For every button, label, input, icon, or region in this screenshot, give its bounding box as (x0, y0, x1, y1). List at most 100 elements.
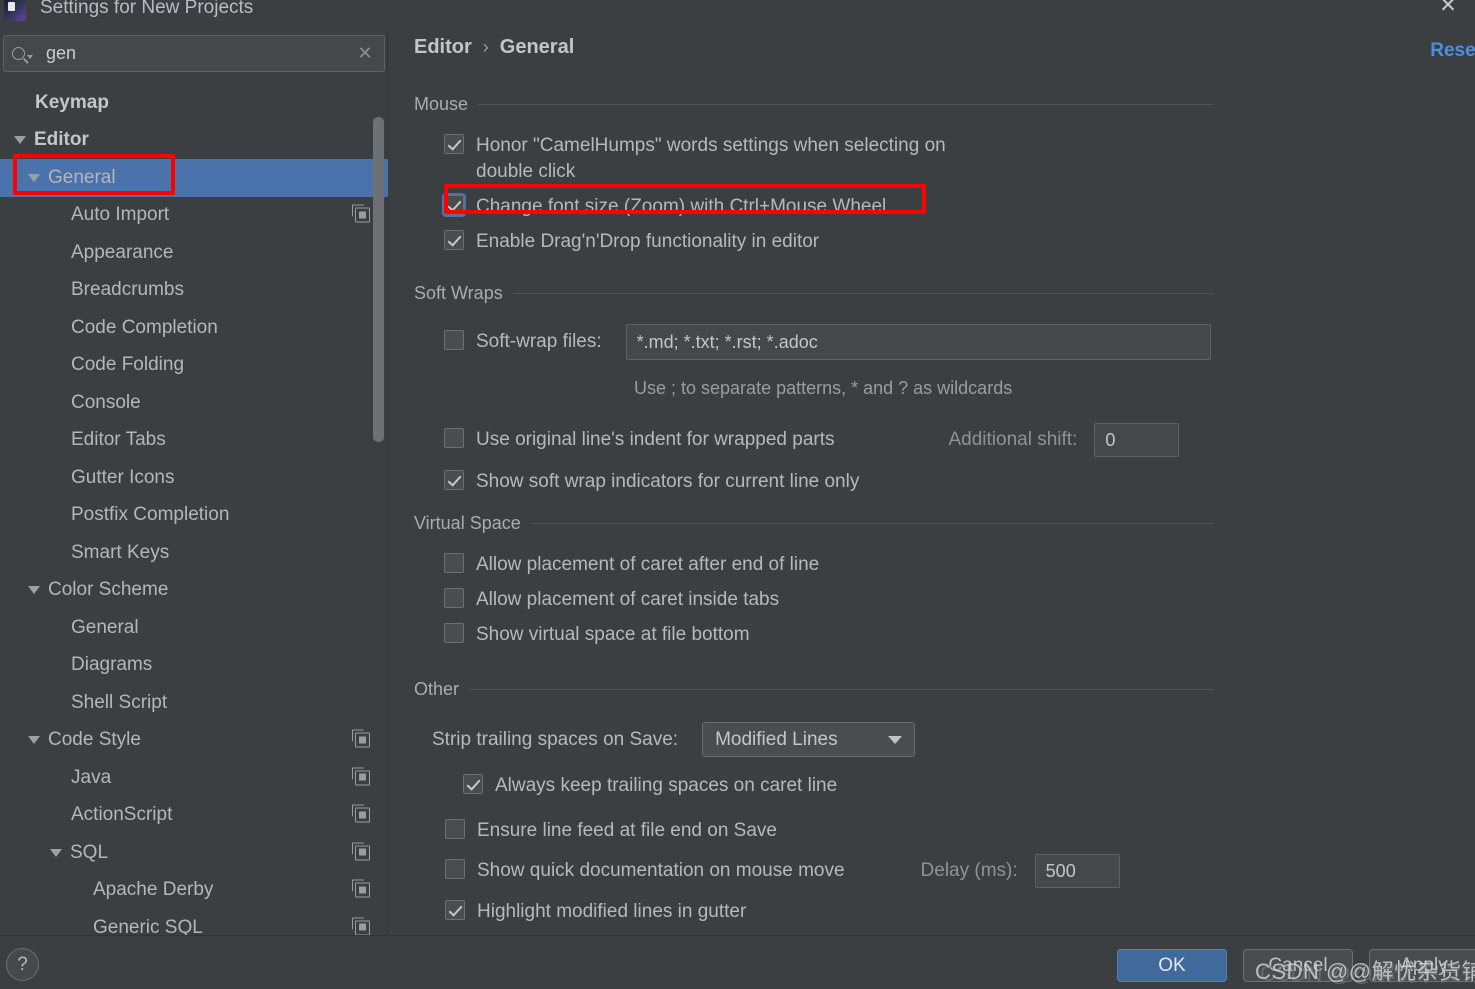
copy-icon[interactable] (352, 204, 370, 223)
sidebar-item-breadcrumbs[interactable]: Breadcrumbs (0, 272, 388, 310)
sidebar-item-code-style[interactable]: Code Style (0, 722, 388, 760)
sidebar-item-label: Editor (34, 129, 89, 151)
sidebar-item-general[interactable]: General (0, 609, 388, 647)
sidebar-item-general[interactable]: General (0, 159, 388, 197)
section-virtual-space-title: Virtual Space (414, 513, 521, 533)
checkbox-box[interactable] (444, 330, 464, 350)
sidebar-item-color-scheme[interactable]: Color Scheme (0, 572, 388, 610)
settings-tree[interactable]: Keymap Editor General Auto Import Appearance… (0, 84, 388, 964)
sidebar-item-apache-derby[interactable]: Apache Derby (0, 872, 388, 910)
sidebar-item-gutter-icons[interactable]: Gutter Icons (0, 459, 388, 497)
sidebar-item-code-completion[interactable]: Code Completion (0, 309, 388, 347)
sidebar-item-code-folding[interactable]: Code Folding (0, 347, 388, 385)
section-mouse-header: Mouse (414, 94, 1214, 115)
checkbox-box[interactable] (445, 819, 465, 839)
section-virtual-space: Virtual Space Allow placement of caret a… (414, 513, 1214, 648)
sidebar-item-label: ActionScript (71, 804, 173, 826)
checkbox-box[interactable] (444, 623, 464, 643)
search-icon[interactable] (4, 36, 40, 71)
window-title: Settings for New Projects (40, 0, 254, 18)
checkbox-box[interactable] (445, 859, 465, 879)
checkbox-soft-wrap-files[interactable]: Soft-wrap files: (444, 329, 602, 355)
checkbox-label: Soft-wrap files: (476, 331, 602, 352)
search-box[interactable]: gen ✕ (3, 35, 385, 72)
checkbox-label: Allow placement of caret after end of li… (476, 554, 820, 575)
checkbox-honor-camelhumps[interactable]: Honor "CamelHumps" words settings when s… (444, 133, 984, 185)
sidebar-item-diagrams[interactable]: Diagrams (0, 647, 388, 685)
checkbox-caret-inside-tabs[interactable]: Allow placement of caret inside tabs (444, 587, 1214, 613)
checkbox-box[interactable] (444, 470, 464, 490)
checkbox-box[interactable] (444, 134, 464, 154)
checkbox-box[interactable] (444, 230, 464, 250)
checkbox-use-original-indent[interactable]: Use original line's indent for wrapped p… (444, 427, 835, 453)
chevron-down-icon[interactable] (28, 586, 40, 595)
chevron-down-icon[interactable] (14, 136, 26, 145)
chevron-down-icon[interactable] (28, 736, 40, 745)
dialog-footer: ? OK Cancel Apply CSDN @@解忧杂货铺 CSDN @@解忧… (0, 935, 1475, 989)
search-input[interactable]: gen (40, 43, 346, 64)
sidebar-item-sql[interactable]: SQL (0, 834, 388, 872)
additional-shift-input[interactable]: 0 (1094, 423, 1180, 457)
checkbox-show-quick-documentation[interactable]: Show quick documentation on mouse move (445, 858, 845, 884)
copy-icon[interactable] (352, 879, 370, 898)
checkbox-ensure-line-feed[interactable]: Ensure line feed at file end on Save (432, 818, 1214, 844)
checkbox-box[interactable] (463, 774, 483, 794)
checkbox-box[interactable] (444, 588, 464, 608)
sidebar-item-label: Keymap (35, 91, 109, 113)
checkbox-caret-after-end-of-line[interactable]: Allow placement of caret after end of li… (444, 552, 1214, 578)
sidebar-item-label: Apache Derby (93, 879, 214, 901)
sidebar-item-editor-tabs[interactable]: Editor Tabs (0, 422, 388, 460)
checkbox-label: Show soft wrap indicators for current li… (476, 471, 860, 492)
checkbox-virtual-space-file-bottom[interactable]: Show virtual space at file bottom (444, 622, 1214, 648)
copy-icon[interactable] (352, 767, 370, 786)
checkbox-always-keep-trailing-spaces[interactable]: Always keep trailing spaces on caret lin… (432, 773, 1214, 799)
sidebar-item-postfix-completion[interactable]: Postfix Completion (0, 497, 388, 535)
chevron-down-icon[interactable] (28, 173, 40, 182)
sidebar-item-label: Gutter Icons (71, 466, 175, 488)
clear-icon[interactable]: ✕ (346, 43, 384, 64)
checkbox-box[interactable] (444, 195, 464, 215)
delay-input[interactable]: 500 (1034, 854, 1120, 888)
sidebar-item-appearance[interactable]: Appearance (0, 234, 388, 272)
checkbox-box[interactable] (445, 900, 465, 920)
sidebar-item-label: Auto Import (71, 204, 170, 226)
close-icon[interactable]: ✕ (1437, 0, 1459, 16)
reset-link[interactable]: Reset (1430, 40, 1475, 62)
sidebar-item-actionscript[interactable]: ActionScript (0, 797, 388, 835)
sidebar-item-smart-keys[interactable]: Smart Keys (0, 534, 388, 572)
section-divider (512, 293, 1214, 294)
sidebar-item-label: Shell Script (71, 691, 168, 713)
sidebar-item-auto-import[interactable]: Auto Import (0, 197, 388, 235)
sidebar-item-label: Diagrams (71, 654, 153, 676)
sidebar-item-console[interactable]: Console (0, 384, 388, 422)
copy-icon[interactable] (352, 804, 370, 823)
sidebar-item-label: Java (71, 766, 112, 788)
sidebar-item-label: SQL (70, 841, 109, 863)
strip-trailing-spaces-dropdown[interactable]: Modified Lines (702, 722, 916, 757)
copy-icon[interactable] (352, 729, 370, 748)
copy-icon[interactable] (352, 917, 370, 936)
soft-wrap-files-input[interactable]: *.md; *.txt; *.rst; *.adoc (625, 324, 1211, 360)
help-button[interactable]: ? (6, 948, 39, 981)
section-soft-wraps: Soft Wraps Soft-wrap files: *.md; *.txt;… (414, 283, 1214, 495)
sidebar-item-editor[interactable]: Editor (0, 122, 388, 160)
ok-button[interactable]: OK (1117, 949, 1227, 982)
strip-trailing-spaces-label: Strip trailing spaces on Save: (432, 728, 679, 750)
checkbox-show-soft-wrap-indicators[interactable]: Show soft wrap indicators for current li… (444, 469, 1214, 495)
section-other-title: Other (414, 679, 460, 699)
chevron-down-icon[interactable] (50, 848, 62, 857)
section-mouse-title: Mouse (414, 94, 469, 114)
copy-icon[interactable] (352, 842, 370, 861)
checkbox-enable-dragndrop[interactable]: Enable Drag'n'Drop functionality in edit… (444, 229, 1214, 255)
sidebar-item-keymap[interactable]: Keymap (0, 84, 388, 122)
sidebar-scrollbar[interactable] (373, 84, 384, 964)
checkbox-box[interactable] (444, 428, 464, 448)
checkbox-box[interactable] (444, 553, 464, 573)
checkbox-change-font-size-zoom[interactable]: Change font size (Zoom) with Ctrl+Mouse … (444, 194, 1214, 220)
sidebar-item-shell-script[interactable]: Shell Script (0, 684, 388, 722)
breadcrumb-parent[interactable]: Editor (414, 36, 472, 59)
sidebar-item-java[interactable]: Java (0, 759, 388, 797)
checkbox-highlight-modified-lines[interactable]: Highlight modified lines in gutter (432, 899, 1214, 925)
sidebar-item-label: Color Scheme (48, 579, 169, 601)
scrollbar-thumb[interactable] (373, 117, 384, 442)
